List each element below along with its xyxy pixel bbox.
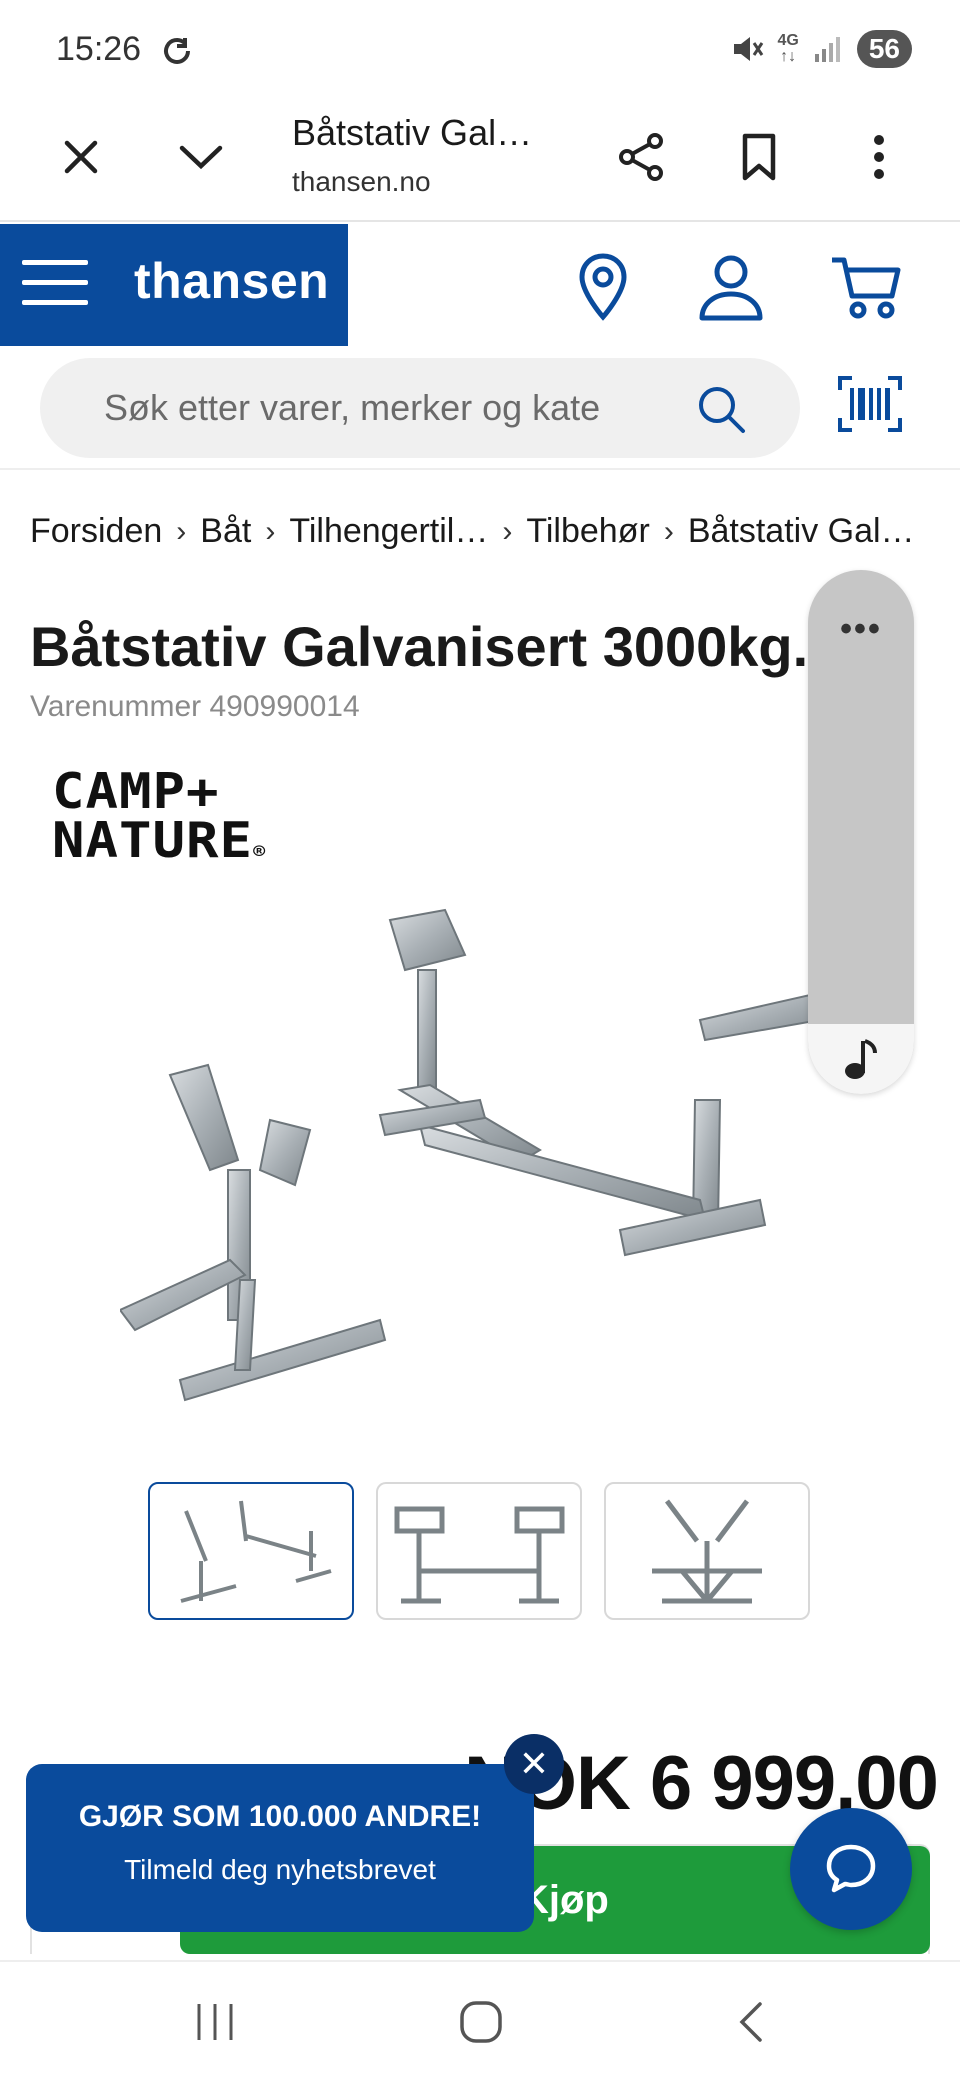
stand-thumb-image: [394, 1506, 565, 1604]
back-button[interactable]: [716, 1992, 786, 2052]
network-type: 4G ↑↓: [777, 32, 799, 65]
chevron-down-icon: [179, 145, 223, 170]
newsletter-subtitle: Tilmeld deg nyhetsbrevet: [124, 1854, 436, 1885]
collapse-button[interactable]: [166, 122, 236, 192]
browser-toolbar: Båtstativ Gal… thansen.no: [0, 100, 960, 222]
stand-thumb-image: [180, 1500, 332, 1603]
product-sku: Varenummer 490990014: [30, 690, 360, 723]
store-location-icon[interactable]: [566, 250, 640, 324]
barcode-scanner-icon[interactable]: [838, 376, 902, 432]
bookmark-button[interactable]: [724, 122, 794, 192]
recent-apps-icon: [197, 2004, 233, 2040]
thumbnail-2[interactable]: [376, 1482, 582, 1620]
breadcrumb: Forsiden › Båt › Tilhengertil… › Tilbehø…: [30, 512, 950, 551]
tab-url[interactable]: thansen.no: [292, 166, 431, 198]
recent-apps-button[interactable]: [180, 1992, 250, 2052]
thansen-logo[interactable]: thansen: [134, 252, 329, 310]
bookmark-icon: [742, 133, 776, 181]
stand-thumb-image: [652, 1499, 762, 1604]
floating-media-panel[interactable]: •••: [808, 570, 914, 1094]
product-image[interactable]: [120, 900, 820, 1460]
status-indicators: 4G ↑↓ 56: [730, 30, 912, 68]
more-horizontal-icon[interactable]: •••: [808, 610, 914, 649]
battery-badge: 56: [856, 30, 912, 68]
search-icon[interactable]: [696, 384, 748, 436]
back-icon: [739, 2002, 762, 2042]
breadcrumb-item-current[interactable]: Båtstativ Gal…: [688, 512, 915, 551]
brand-logo: CAMP+ NATURE®: [52, 763, 267, 869]
share-icon: [619, 133, 663, 181]
more-vertical-icon: [874, 135, 884, 179]
site-header: thansen: [0, 224, 960, 346]
newsletter-close-button[interactable]: ✕: [504, 1734, 564, 1794]
signal-icon: [814, 37, 840, 62]
chat-button[interactable]: [790, 1808, 912, 1930]
menu-icon[interactable]: [22, 260, 88, 310]
close-icon: [64, 140, 98, 174]
thumbnail-3[interactable]: [604, 1482, 810, 1620]
close-tab-button[interactable]: [46, 122, 116, 192]
chevron-right-icon: ›: [265, 514, 276, 548]
user-account-icon[interactable]: [694, 250, 768, 324]
share-button[interactable]: [606, 122, 676, 192]
brand-block: thansen: [0, 224, 348, 346]
status-time: 15:26: [56, 30, 142, 68]
breadcrumb-item[interactable]: Forsiden: [30, 512, 162, 551]
product-title: Båtstativ Galvanisert 3000kg.: [30, 615, 809, 678]
chat-bubble-icon: [826, 1844, 876, 1893]
home-button[interactable]: [446, 1992, 516, 2052]
breadcrumb-item[interactable]: Tilhengertil…: [289, 512, 488, 551]
sync-icon: [164, 38, 190, 64]
breadcrumb-item[interactable]: Båt: [200, 512, 251, 551]
search-box[interactable]: [40, 358, 800, 458]
status-bar: 15:26 4G ↑↓ 56: [0, 0, 960, 100]
home-icon: [460, 2001, 502, 2043]
newsletter-popup[interactable]: GJØR SOM 100.000 ANDRE! Tilmeld deg nyhe…: [26, 1764, 534, 1932]
chevron-right-icon: ›: [663, 514, 674, 548]
search-row: [0, 346, 960, 470]
music-note-icon[interactable]: [808, 1024, 914, 1094]
search-input[interactable]: [104, 380, 684, 436]
chevron-right-icon: ›: [502, 514, 513, 548]
cart-icon[interactable]: [828, 250, 902, 324]
system-nav-bar: [0, 1960, 960, 2080]
image-thumbnails: [148, 1482, 810, 1620]
thumbnail-1[interactable]: [148, 1482, 354, 1620]
mute-icon: [733, 37, 763, 61]
newsletter-title: GJØR SOM 100.000 ANDRE!: [78, 1800, 482, 1833]
more-options-button[interactable]: [844, 122, 914, 192]
tab-title[interactable]: Båtstativ Gal…: [292, 112, 532, 154]
chevron-right-icon: ›: [176, 514, 187, 548]
breadcrumb-item[interactable]: Tilbehør: [526, 512, 649, 551]
